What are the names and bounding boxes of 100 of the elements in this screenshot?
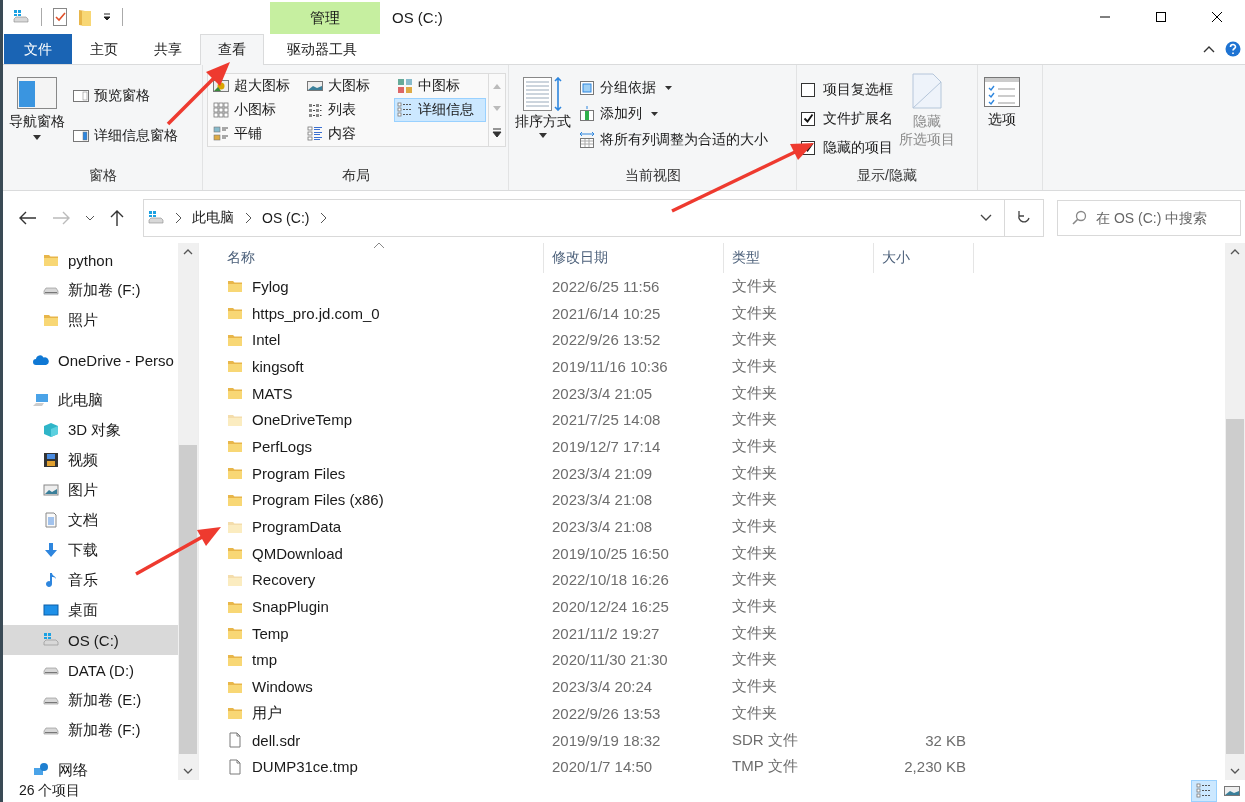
scrollbar[interactable] (178, 243, 198, 780)
column-header[interactable]: 名称 (219, 243, 544, 273)
details-view-button[interactable] (1191, 780, 1217, 802)
layout-option[interactable]: 详细信息 (394, 98, 486, 122)
scrollbar-thumb[interactable] (1226, 419, 1244, 754)
file-name[interactable]: 用户 (227, 703, 282, 723)
file-name[interactable]: Temp (227, 624, 289, 642)
checkbox[interactable] (801, 111, 815, 126)
nav-item[interactable]: OS (C:) (3, 625, 178, 655)
checkbox-option[interactable]: 项目复选框 (801, 77, 893, 102)
chevron-icon[interactable] (244, 212, 252, 224)
column-header[interactable]: 类型 (724, 243, 874, 273)
file-name[interactable]: Fylog (227, 277, 289, 295)
nav-item[interactable]: 此电脑 (3, 385, 178, 415)
folder-icon (43, 312, 59, 328)
nav-item[interactable]: 音乐 (3, 565, 178, 595)
nav-item[interactable]: python (3, 245, 178, 275)
file-name[interactable]: Recovery (227, 571, 316, 589)
nav-item[interactable]: 照片 (3, 305, 178, 335)
file-name[interactable]: Windows (227, 678, 313, 696)
scroll-up-icon[interactable] (183, 249, 193, 255)
column-header[interactable]: 大小 (874, 243, 974, 273)
refresh-button[interactable] (1004, 199, 1044, 237)
nav-item[interactable]: DATA (D:) (3, 655, 178, 685)
file-name[interactable]: MATS (227, 384, 293, 402)
search-field[interactable]: 在 OS (C:) 中搜索 (1057, 200, 1241, 236)
nav-item[interactable]: 新加卷 (E:) (3, 685, 178, 715)
chevron-icon[interactable] (174, 212, 182, 224)
nav-item[interactable]: OneDrive - Perso (3, 345, 178, 375)
file-name[interactable]: Intel (227, 331, 281, 349)
pane-button[interactable]: 预览窗格 (71, 85, 180, 107)
nav-item[interactable]: 下载 (3, 535, 178, 565)
dropdown-icon[interactable] (102, 12, 112, 22)
ribbon-tab[interactable]: 驱动器工具 (267, 34, 377, 64)
address-bar[interactable]: 此电脑 OS (C:) (143, 199, 1005, 237)
document-icon (43, 512, 59, 528)
nav-item[interactable]: 视频 (3, 445, 178, 475)
scrollbar-thumb[interactable] (179, 445, 197, 754)
ribbon-tab[interactable]: 共享 (136, 34, 200, 64)
file-name[interactable]: OneDriveTemp (227, 411, 353, 429)
breadcrumb[interactable]: OS (C:) (262, 210, 310, 226)
nav-item[interactable]: 网络 (3, 755, 178, 780)
file-name[interactable]: QMDownload (227, 544, 343, 562)
file-name[interactable]: Program Files (x86) (227, 491, 384, 509)
expand-gallery-icon[interactable] (492, 128, 502, 139)
navigation-pane-button[interactable]: 导航窗格 (7, 73, 67, 144)
layout-option[interactable]: 大图标 (304, 74, 394, 98)
scroll-down-icon[interactable] (1230, 768, 1240, 774)
back-icon[interactable] (19, 211, 37, 225)
nav-item[interactable]: 3D 对象 (3, 415, 178, 445)
column-header[interactable]: 修改日期 (544, 243, 724, 273)
table-cell-text: 文件夹 (731, 383, 778, 403)
view-option-button[interactable]: 将所有列调整为合适的大小 (577, 129, 770, 151)
ribbon-tab[interactable]: 主页 (72, 34, 136, 64)
computer-icon (33, 392, 49, 408)
up-icon[interactable] (110, 209, 124, 227)
sort-button[interactable]: 排序方式 (513, 73, 573, 142)
nav-item[interactable]: 新加卷 (F:) (3, 275, 178, 305)
view-option-button[interactable]: 添加列 (577, 103, 770, 125)
file-name[interactable]: kingsoft (227, 357, 304, 375)
dropdown-icon[interactable] (980, 214, 992, 222)
layout-option[interactable]: 内容 (304, 122, 394, 146)
file-name[interactable]: Program Files (227, 464, 346, 482)
file-name[interactable]: PerfLogs (227, 437, 313, 455)
group-icon (579, 80, 595, 96)
file-name[interactable]: tmp (227, 651, 277, 669)
nav-item[interactable]: 图片 (3, 475, 178, 505)
window-title: OS (C:) (392, 8, 443, 26)
breadcrumb[interactable]: 此电脑 (192, 209, 234, 227)
help-icon[interactable] (1225, 41, 1241, 57)
layout-option[interactable]: 中图标 (394, 74, 486, 98)
file-name[interactable]: https_pro.jd.com_0 (227, 304, 380, 322)
file-name[interactable]: dell.sdr (227, 731, 301, 749)
chevron-icon[interactable] (319, 212, 328, 224)
file-name[interactable]: DUMP31ce.tmp (227, 758, 358, 776)
nav-item[interactable]: 新加卷 (F:) (3, 715, 178, 745)
table-cell-text: 文件夹 (731, 677, 778, 697)
nav-item[interactable]: 桌面 (3, 595, 178, 625)
scroll-up-icon[interactable] (1230, 249, 1240, 255)
file-name[interactable]: ProgramData (227, 518, 342, 536)
file-name[interactable]: SnapPlugin (227, 598, 329, 616)
ribbon-tab[interactable]: 查看 (200, 34, 264, 65)
checkbox[interactable] (801, 82, 815, 97)
pane-button[interactable]: 详细信息窗格 (71, 125, 180, 147)
scroll-down-icon[interactable] (183, 768, 193, 774)
checklist-icon (984, 77, 1020, 107)
options-button[interactable]: 选项 (982, 73, 1022, 133)
checkbox-option[interactable]: 文件扩展名 (801, 106, 893, 131)
view-option-button[interactable]: 分组依据 (577, 77, 770, 99)
layout-option[interactable]: 平铺 (210, 122, 304, 146)
checklist-icon[interactable] (52, 8, 68, 26)
table-cell-text: 文件夹 (731, 303, 778, 323)
layout-option[interactable]: 小图标 (210, 98, 304, 122)
content-icon (307, 126, 323, 142)
nav-item[interactable]: 文档 (3, 505, 178, 535)
ribbon-tab[interactable]: 文件 (4, 34, 72, 64)
scrollbar[interactable] (1225, 243, 1245, 780)
recent-locations-icon[interactable] (85, 215, 95, 221)
collapse-ribbon-icon[interactable] (1203, 45, 1215, 53)
layout-option[interactable]: 列表 (304, 98, 394, 122)
